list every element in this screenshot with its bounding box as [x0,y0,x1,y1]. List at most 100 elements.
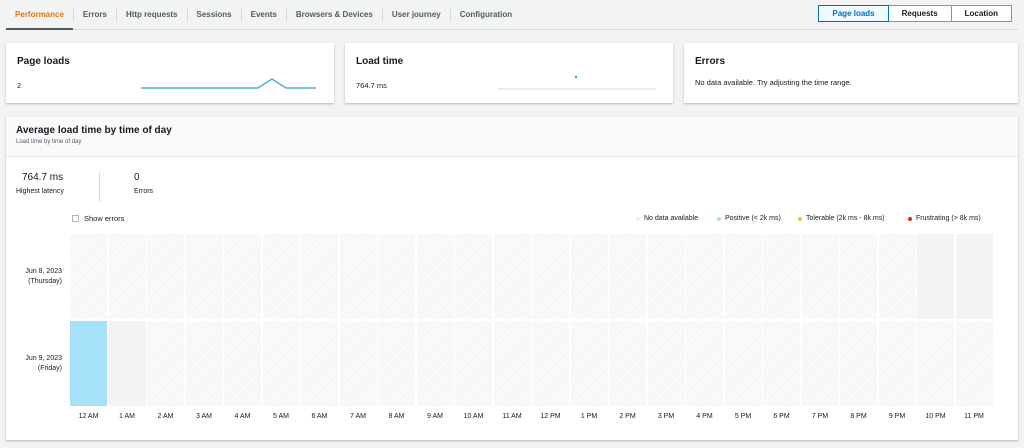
errors-stat: 0 Errors [134,172,153,195]
heatmap-cell-empty [840,234,877,319]
heatmap-cell-empty [763,234,800,319]
tab-browsers-devices[interactable]: Browsers & Devices [287,7,383,22]
heatmap-cell-empty [224,321,261,406]
page-loads-sparkline [141,78,316,89]
heatmap-cell-nodata[interactable] [955,234,993,319]
heatmap-cell-empty [493,321,531,406]
tab-events[interactable]: Events [242,7,287,22]
heatmap-cell-empty [532,321,569,406]
heatmap-cell-empty [378,234,415,319]
legend-label: Tolerable (2k ms - 8k ms) [806,215,885,222]
legend-label: Positive (< 2k ms) [725,215,781,222]
toggle-location[interactable]: Location [950,5,1012,22]
heatmap-cell-empty [724,321,762,406]
heatmap-cell-empty [647,234,685,319]
legend-dot-icon [636,216,640,221]
legend-dot-icon [717,216,721,221]
heatmap-cell-empty [493,234,531,319]
no-data-message: No data available. Try adjusting the tim… [695,78,852,87]
load-time-sparkline [498,75,656,90]
highest-latency-stat: 764.7 ms Highest latency [16,172,100,202]
tab-errors[interactable]: Errors [74,7,117,22]
hour-label: 11 PM [964,413,984,420]
tab-configuration[interactable]: Configuration [451,8,521,22]
legend-item: Frustrating (> 8k ms) [908,215,981,222]
hour-label: 2 AM [157,413,174,420]
hour-label: 9 PM [888,413,906,420]
legend-item: No data available [636,215,698,222]
checkbox-box[interactable] [72,215,79,222]
heatmap-cell-positive[interactable] [70,321,107,406]
legend-dot-icon [798,216,802,221]
heatmap-cell-empty [609,234,646,319]
heatmap-cell-empty [878,234,916,319]
row-date: Jun 9, 2023 [25,355,62,362]
hour-label: 12 PM [540,413,561,420]
heatmap-cell-empty [224,234,261,319]
card-title: Load time [356,56,404,67]
heatmap-cell-empty [416,321,454,406]
tab-http-requests[interactable]: Http requests [117,7,188,22]
heatmap-cell-empty [878,321,916,406]
hour-label: 4 PM [696,413,713,420]
heatmap-cell-empty [455,321,492,406]
checkbox-label: Show errors [84,214,125,223]
hour-label: 6 AM [311,413,328,420]
legend-item: Tolerable (2k ms - 8k ms) [798,215,885,222]
hour-label: 1 AM [119,413,135,420]
row-day: (Friday) [37,365,62,372]
load-time-card: Load time 764.7 ms [345,43,673,103]
hour-label: 2 PM [619,413,636,420]
legend-label: Frustrating (> 8k ms) [916,215,981,222]
stat-value: 0 [134,172,140,183]
heatmap-cell-empty [840,321,877,406]
tab-performance[interactable]: Performance [6,7,74,30]
heatmap-cell-empty [801,321,839,406]
hour-label: 10 AM [463,413,484,420]
row-label: Jun 8, 2023 (Thursday) [25,267,62,287]
legend-item: Positive (< 2k ms) [717,215,781,222]
panel-title: Average load time by time of day [16,125,172,136]
heatmap-cell-empty [301,321,338,406]
heatmap-cell-empty [686,321,723,406]
heatmap-cell-empty [185,321,223,406]
heatmap-cell-empty [70,234,107,319]
heatmap-cell-nodata[interactable] [917,234,954,319]
hour-label: 8 PM [850,413,867,420]
heatmap-cell-empty [378,321,415,406]
hour-label: 10 PM [925,413,946,420]
card-title: Page loads [17,56,70,67]
show-errors-checkbox[interactable]: Show errors [72,214,124,223]
view-toggle: Page loads Requests Location [818,5,1012,22]
hour-label: 3 PM [657,413,675,420]
heatmap-cell-empty [609,321,646,406]
row-label: Jun 9, 2023 (Friday) [25,354,62,374]
hour-label: 11 AM [502,413,522,420]
toggle-requests[interactable]: Requests [887,5,952,22]
heatmap-cell-empty [262,234,300,319]
hour-label: 8 AM [388,413,405,420]
page-loads-card: Page loads 2 [6,43,334,103]
heatmap-cell-nodata[interactable] [108,321,146,406]
heatmap-cell-empty [647,321,685,406]
heatmap-cell-empty [262,321,300,406]
toggle-page-loads[interactable]: Page loads [818,5,889,22]
heatmap-cell-empty [686,234,723,319]
hour-label: 9 AM [427,413,443,420]
panel-subtitle: Load time by time of day [16,139,82,145]
heatmap-cell-empty [570,234,608,319]
heatmap-cell-empty [185,234,223,319]
tab-user-journey[interactable]: User journey [383,7,451,22]
hour-label: 12 AM [78,413,99,420]
heatmap-cell-empty [570,321,608,406]
heatmap-cell-empty [108,234,146,319]
hour-label: 3 AM [196,413,212,420]
hour-label: 5 AM [273,413,289,420]
errors-card: Errors No data available. Try adjusting … [684,43,1018,103]
card-title: Errors [695,56,726,67]
heatmap-cell-empty [801,234,839,319]
row-date: Jun 8, 2023 [25,268,62,275]
tab-sessions[interactable]: Sessions [188,7,242,22]
panel-header: Average load time by time of day Load ti… [6,117,1018,157]
heatmap-cell-empty [763,321,800,406]
